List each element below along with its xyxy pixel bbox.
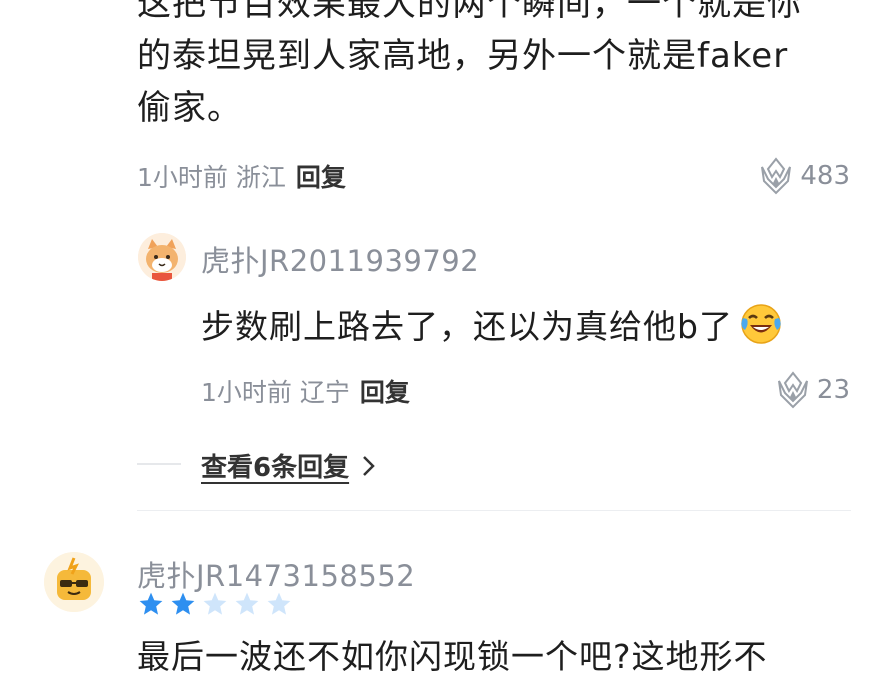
- star-empty-icon: [203, 592, 227, 615]
- username[interactable]: 虎扑JR1473158552: [137, 553, 415, 595]
- comment-location: 浙江: [235, 163, 286, 192]
- rating-stars: [138, 591, 298, 617]
- reply-time: 1小时前: [201, 378, 292, 407]
- view-more-label: 查看6条回复: [201, 453, 350, 483]
- like-count: 23: [816, 375, 850, 405]
- comment-separator: [137, 510, 851, 511]
- avatar[interactable]: [138, 233, 186, 281]
- comment-meta: 1小时前 浙江 回复: [137, 158, 346, 194]
- comment-text-line: 这把节目效果最大的两个瞬间，一个就是你: [137, 0, 802, 24]
- like-count: 483: [800, 161, 850, 191]
- divider: [137, 463, 181, 465]
- username[interactable]: 虎扑JR2011939792: [201, 238, 479, 280]
- reply-meta: 1小时前 辽宁 回复: [201, 373, 410, 409]
- avatar[interactable]: [44, 552, 104, 612]
- view-more-replies-button[interactable]: 查看6条回复: [201, 447, 379, 484]
- comment-text-line: 偷家。: [137, 88, 242, 128]
- star-empty-icon: [235, 592, 259, 615]
- laughing-crying-emoji-icon: [741, 304, 781, 344]
- cat-avatar-icon: [138, 233, 186, 281]
- comment-text-line: 的泰坦晃到人家高地，另外一个就是faker: [137, 36, 789, 76]
- reply-like-button[interactable]: 23: [775, 371, 850, 409]
- comment-text: 最后一波还不如你闪现锁一个吧?这地形不: [137, 637, 768, 676]
- comment-time: 1小时前: [137, 163, 228, 192]
- crest-like-icon: [777, 371, 808, 409]
- chevron-right-icon: [363, 455, 375, 476]
- reply-location: 辽宁: [299, 378, 350, 407]
- robot-sunglasses-avatar-icon: [44, 552, 104, 612]
- reply-text-content: 步数刷上路去了，还以为真给他b了: [201, 307, 733, 346]
- comment-text: 这把节目效果最大的两个瞬间，一个就是你 的泰坦晃到人家高地，另外一个就是fake…: [137, 0, 857, 134]
- reply-button[interactable]: 回复: [360, 373, 410, 409]
- reply-button[interactable]: 回复: [296, 158, 346, 194]
- star-filled-icon: [171, 592, 195, 615]
- like-button[interactable]: 483: [758, 157, 850, 195]
- crest-like-icon: [761, 157, 792, 195]
- star-filled-icon: [139, 592, 163, 615]
- star-empty-icon: [267, 592, 291, 615]
- reply-text: 步数刷上路去了，还以为真给他b了: [201, 300, 783, 348]
